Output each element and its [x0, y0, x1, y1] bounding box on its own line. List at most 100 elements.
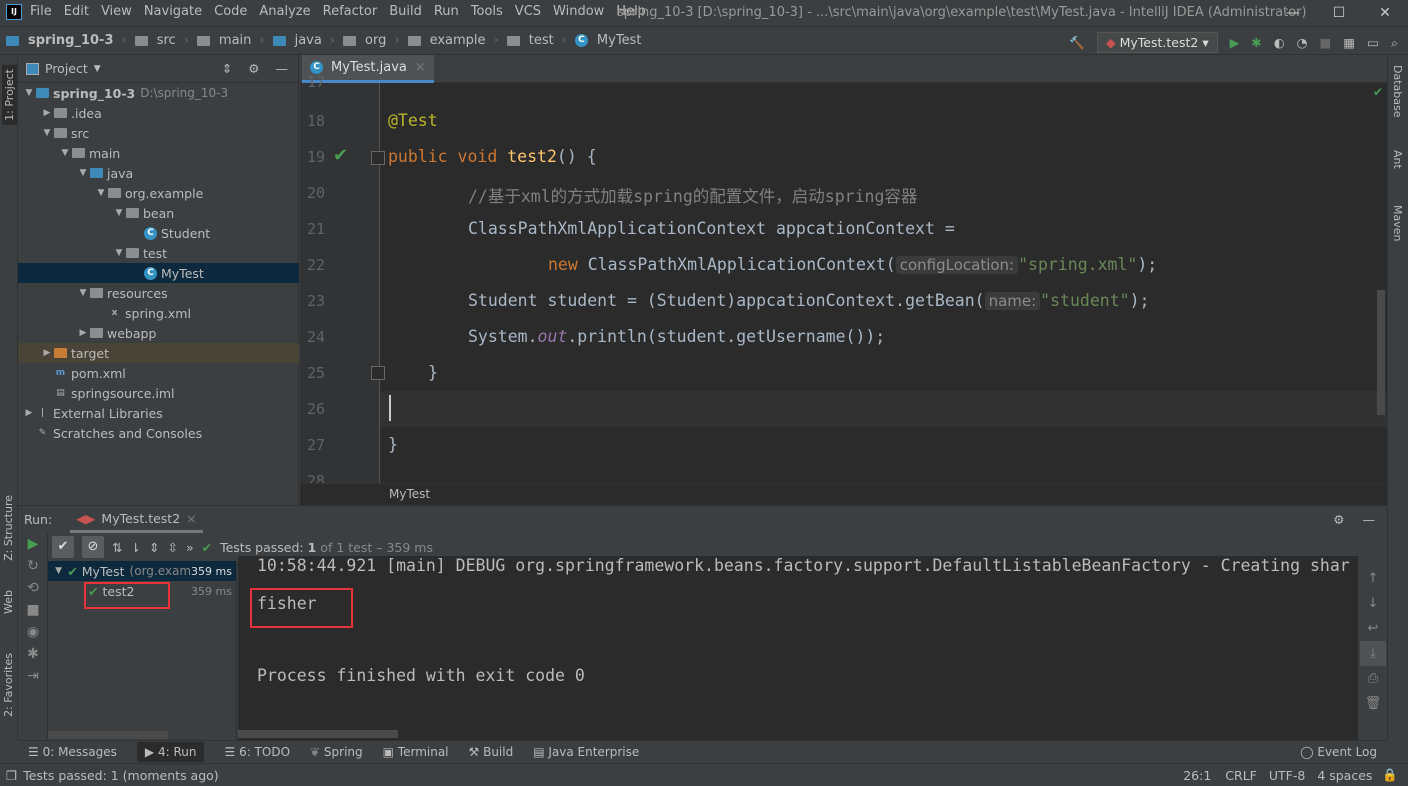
- menu-edit[interactable]: Edit: [64, 4, 89, 19]
- code-line-18[interactable]: @Test: [388, 111, 438, 130]
- test-suite-row[interactable]: ▼ ✔ MyTest (org.exam 359 ms: [48, 561, 236, 581]
- code-line-19[interactable]: public void test2() {: [388, 147, 597, 166]
- rerun-icon[interactable]: ▶: [18, 533, 48, 555]
- expanded-arrow-icon[interactable]: ▼: [22, 88, 36, 98]
- code-line-24[interactable]: System.out.println(student.getUsername()…: [468, 327, 885, 346]
- code-line-20[interactable]: //基于xml的方式加载spring的配置文件，启动spring容器: [468, 183, 917, 207]
- up-icon[interactable]: ↑: [1360, 566, 1386, 591]
- editor-scrollbar[interactable]: [1377, 290, 1385, 415]
- crumb-project[interactable]: spring_10-3: [28, 33, 114, 48]
- presentation-icon[interactable]: ▭: [1367, 35, 1379, 50]
- gear-icon[interactable]: ⚙: [248, 61, 259, 76]
- database-tool-button[interactable]: Database: [1391, 65, 1404, 118]
- coverage-icon[interactable]: ◐: [1274, 35, 1285, 50]
- expanded-arrow-icon[interactable]: ▼: [58, 148, 72, 158]
- clear-icon[interactable]: 🗑: [1360, 691, 1386, 716]
- run-tab-mytest-test2[interactable]: ◀▶ MyTest.test2 ×: [70, 506, 203, 533]
- more-icon[interactable]: »: [186, 540, 194, 555]
- sort-duration-icon[interactable]: ⇂: [130, 540, 140, 555]
- web-tool-button[interactable]: Web: [2, 590, 15, 614]
- run-configuration-select[interactable]: ◆ MyTest.test2 ▾: [1097, 32, 1218, 53]
- tree-item[interactable]: m pom.xml: [18, 363, 299, 383]
- tree-item[interactable]: ▼ resources: [18, 283, 299, 303]
- exit-icon[interactable]: ⇥: [18, 665, 48, 687]
- lock-icon[interactable]: 🔒: [1382, 767, 1398, 783]
- menu-window[interactable]: Window: [553, 4, 604, 19]
- tool-run[interactable]: ▶ 4: Run: [136, 742, 205, 762]
- code-line-23[interactable]: Student student = (Student)appcationCont…: [468, 291, 1149, 310]
- minimize-button[interactable]: —: [1270, 0, 1316, 26]
- close-tab-icon[interactable]: ×: [186, 511, 196, 526]
- code-line-27[interactable]: }: [388, 435, 398, 454]
- crumb-java[interactable]: java: [295, 33, 322, 48]
- tool-windows-toggle-icon[interactable]: ❐: [6, 768, 17, 783]
- expanded-arrow-icon[interactable]: ▼: [94, 188, 108, 198]
- collapsed-arrow-icon[interactable]: ▶: [40, 108, 54, 118]
- toggle-auto-test-icon[interactable]: ⟲: [18, 577, 48, 599]
- build-hammer-icon[interactable]: 🔨: [1069, 35, 1085, 51]
- structure-tool-button[interactable]: Z: Structure: [2, 495, 15, 561]
- collapse-all-icon[interactable]: ⇕: [222, 61, 232, 76]
- camera-icon[interactable]: ◉: [18, 621, 48, 643]
- expanded-arrow-icon[interactable]: ▼: [76, 288, 90, 298]
- menu-code[interactable]: Code: [214, 4, 247, 19]
- project-structure-icon[interactable]: ▦: [1343, 35, 1355, 50]
- tree-scrollbar[interactable]: [48, 731, 168, 739]
- ant-tool-button[interactable]: Ant: [1391, 150, 1404, 169]
- crumb-mytest[interactable]: MyTest: [597, 33, 642, 48]
- tool-messages[interactable]: ☰ 0: Messages: [28, 745, 117, 759]
- down-icon[interactable]: ↓: [1360, 591, 1386, 616]
- tree-item[interactable]: ▼ bean: [18, 203, 299, 223]
- event-log-button[interactable]: ◯ Event Log: [1300, 745, 1377, 759]
- tree-item[interactable]: C Student: [18, 223, 299, 243]
- crumb-org[interactable]: org: [365, 33, 386, 48]
- show-ignored-toggle[interactable]: ⊘: [82, 536, 104, 558]
- project-view-select[interactable]: Project: [45, 61, 88, 76]
- tree-item[interactable]: ▼ src: [18, 123, 299, 143]
- caret-position[interactable]: 26:1: [1183, 768, 1211, 783]
- collapsed-arrow-icon[interactable]: ▶: [40, 348, 54, 358]
- debug-icon[interactable]: ✱: [1251, 35, 1261, 50]
- fold-icon[interactable]: [371, 366, 385, 380]
- indent-setting[interactable]: 4 spaces: [1317, 768, 1372, 783]
- close-button[interactable]: ✕: [1362, 0, 1408, 26]
- tree-item[interactable]: ✎ Scratches and Consoles: [18, 423, 299, 443]
- rerun-failed-icon[interactable]: ↻: [18, 555, 48, 577]
- expanded-arrow-icon[interactable]: ▼: [76, 168, 90, 178]
- tool-terminal[interactable]: ▣ Terminal: [383, 745, 449, 759]
- crumb-src[interactable]: src: [157, 33, 176, 48]
- collapsed-arrow-icon[interactable]: ▶: [76, 328, 90, 338]
- expanded-arrow-icon[interactable]: ▼: [112, 248, 126, 258]
- tool-todo[interactable]: ☰ 6: TODO: [224, 745, 290, 759]
- code-line-21[interactable]: ClassPathXmlApplicationContext appcation…: [468, 219, 955, 238]
- status-message[interactable]: Tests passed: 1 (moments ago): [23, 768, 218, 783]
- menu-vcs[interactable]: VCS: [515, 4, 541, 19]
- menu-analyze[interactable]: Analyze: [259, 4, 310, 19]
- tree-item[interactable]: ▼ org.example: [18, 183, 299, 203]
- menu-navigate[interactable]: Navigate: [144, 4, 202, 19]
- tree-item[interactable]: C MyTest: [18, 263, 299, 283]
- tree-item[interactable]: ▶ | External Libraries: [18, 403, 299, 423]
- collapsed-arrow-icon[interactable]: ▶: [22, 408, 36, 418]
- menu-tools[interactable]: Tools: [471, 4, 503, 19]
- menu-run[interactable]: Run: [434, 4, 459, 19]
- maximize-button[interactable]: ☐: [1316, 0, 1362, 26]
- tree-item[interactable]: x spring.xml: [18, 303, 299, 323]
- hide-panel-icon[interactable]: —: [1363, 512, 1376, 527]
- maven-tool-button[interactable]: Maven: [1391, 205, 1404, 241]
- menu-view[interactable]: View: [101, 4, 132, 19]
- soft-wrap-icon[interactable]: ↩: [1360, 616, 1386, 641]
- project-tool-button[interactable]: 1: Project: [2, 65, 17, 125]
- expanded-arrow-icon[interactable]: ▼: [40, 128, 54, 138]
- menu-build[interactable]: Build: [389, 4, 422, 19]
- tree-item[interactable]: ▼ java: [18, 163, 299, 183]
- fold-icon[interactable]: [371, 151, 385, 165]
- show-passed-toggle[interactable]: ✔: [52, 536, 74, 558]
- tree-item[interactable]: ▼ spring_10-3 D:\spring_10-3: [18, 83, 299, 103]
- menu-refactor[interactable]: Refactor: [323, 4, 378, 19]
- run-test-gutter-icon[interactable]: ✔: [333, 145, 348, 166]
- file-encoding[interactable]: UTF-8: [1269, 768, 1305, 783]
- tool-java-enterprise[interactable]: ▤ Java Enterprise: [533, 745, 639, 759]
- editor-breadcrumb[interactable]: MyTest: [300, 483, 1387, 505]
- tree-item[interactable]: ▶ target: [18, 343, 299, 363]
